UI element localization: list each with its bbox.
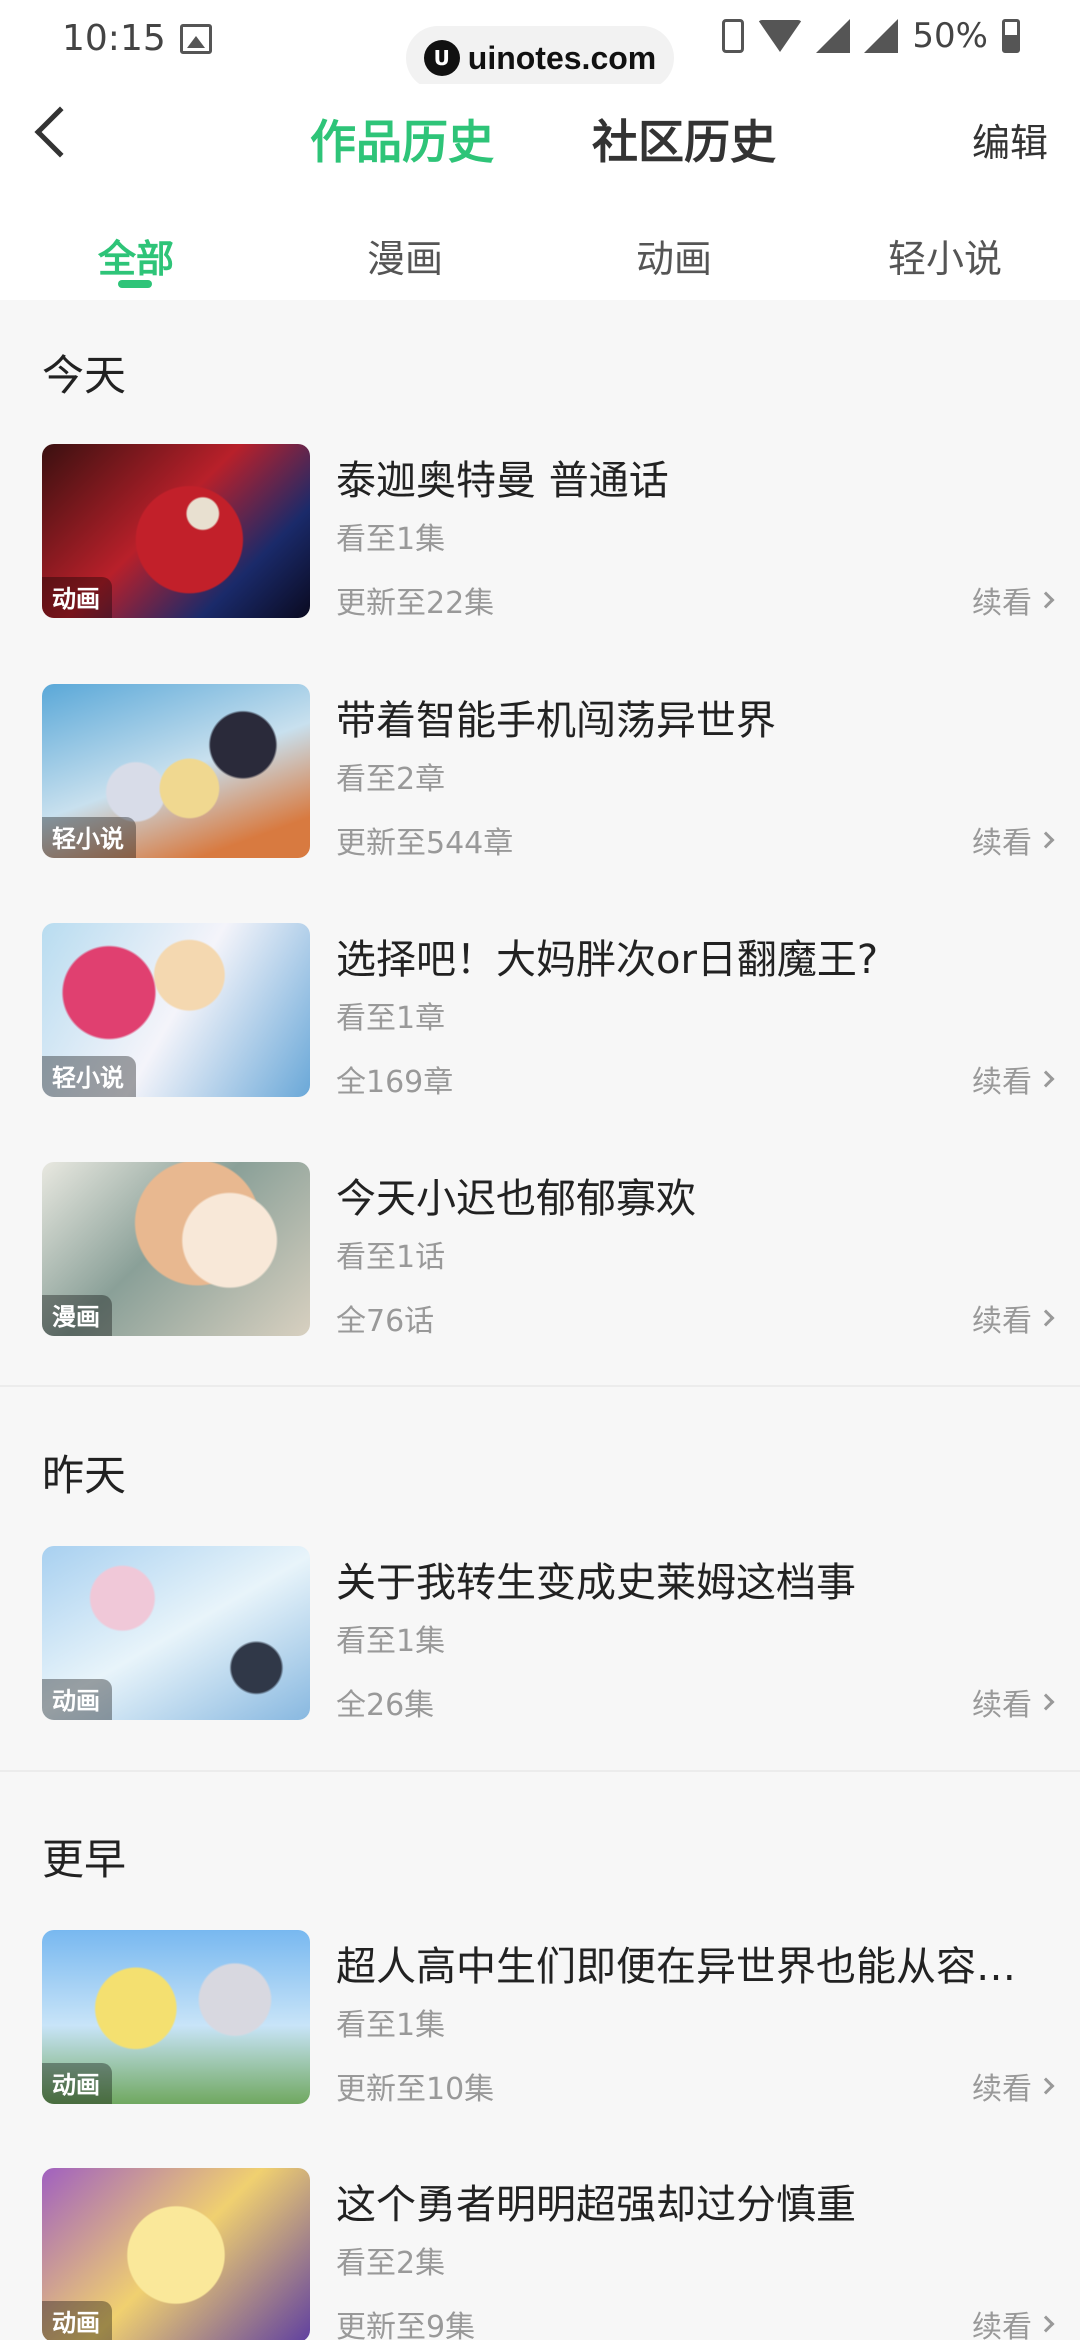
section-title-yesterday: 昨天 — [42, 1451, 127, 1500]
chevron-right-icon — [1037, 591, 1055, 609]
list-item[interactable]: 动画 超人高中生们即便在异世界也能从容… 看至1集 更新至10集 续看 — [42, 1930, 1055, 2107]
item-title: 关于我转生变成史莱姆这档事 — [336, 1560, 856, 1606]
tab-works-history[interactable]: 作品历史 — [310, 106, 494, 172]
chevron-right-icon — [1037, 831, 1055, 849]
cover-image: 动画 — [42, 1546, 310, 1720]
section-divider — [0, 1770, 1080, 1772]
continue-button[interactable]: 续看 — [972, 1057, 1055, 1101]
subtab-anime[interactable]: 动画 — [574, 228, 774, 283]
chevron-right-icon — [1037, 1309, 1055, 1327]
cover-tag: 动画 — [42, 2063, 112, 2104]
vibrate-icon — [722, 19, 745, 53]
status-time: 10:15 — [62, 18, 166, 59]
continue-button[interactable]: 续看 — [972, 818, 1055, 862]
continue-button[interactable]: 续看 — [972, 1296, 1055, 1340]
cover-image: 漫画 — [42, 1162, 310, 1336]
section-title-earlier: 更早 — [42, 1835, 127, 1884]
cover-tag: 轻小说 — [42, 1056, 136, 1097]
item-update: 全26集 — [336, 1688, 435, 1723]
battery-percent: 50% — [912, 16, 988, 56]
watermark: U uinotes.com — [406, 26, 674, 90]
watermark-text: uinotes.com — [467, 39, 657, 76]
item-update: 更新至22集 — [336, 586, 495, 621]
cover-tag: 动画 — [42, 577, 112, 618]
continue-label: 续看 — [972, 2072, 1032, 2107]
back-icon[interactable] — [34, 106, 86, 158]
continue-button[interactable]: 续看 — [972, 578, 1055, 622]
cover-tag: 轻小说 — [42, 817, 136, 858]
continue-button[interactable]: 续看 — [972, 2064, 1055, 2108]
item-progress: 看至1集 — [336, 522, 446, 557]
item-title: 选择吧！大妈胖次or日翻魔王? — [336, 937, 879, 983]
list-item[interactable]: 轻小说 选择吧！大妈胖次or日翻魔王? 看至1章 全169章 续看 — [42, 923, 1055, 1100]
continue-button[interactable]: 续看 — [972, 1680, 1055, 1724]
cover-tag: 漫画 — [42, 1295, 112, 1336]
list-item[interactable]: 动画 泰迦奥特曼 普通话 看至1集 更新至22集 续看 — [42, 444, 1055, 621]
continue-label: 续看 — [972, 2310, 1032, 2340]
item-progress: 看至2集 — [336, 2246, 446, 2281]
item-title: 泰迦奥特曼 普通话 — [336, 458, 669, 504]
wifi-icon — [758, 20, 803, 52]
item-title: 今天小迟也郁郁寡欢 — [336, 1176, 696, 1222]
header: 作品历史 社区历史 编辑 — [0, 84, 1080, 200]
item-title: 带着智能手机闯荡异世界 — [336, 698, 776, 744]
cover-image: 动画 — [42, 2168, 310, 2340]
subtab-indicator — [118, 280, 152, 288]
image-notification-icon — [180, 24, 212, 54]
item-progress: 看至1章 — [336, 1001, 446, 1036]
item-progress: 看至1集 — [336, 1624, 446, 1659]
signal-icon-2 — [864, 19, 899, 53]
cover-image: 轻小说 — [42, 684, 310, 858]
list-item[interactable]: 漫画 今天小迟也郁郁寡欢 看至1话 全76话 续看 — [42, 1162, 1055, 1339]
list-item[interactable]: 动画 这个勇者明明超强却过分慎重 看至2集 更新至9集 续看 — [42, 2168, 1055, 2340]
watermark-logo-icon: U — [423, 40, 460, 76]
subtab-manga[interactable]: 漫画 — [305, 228, 505, 283]
continue-label: 续看 — [972, 826, 1032, 861]
continue-label: 续看 — [972, 1304, 1032, 1339]
cover-image: 动画 — [42, 1930, 310, 2104]
tab-community-history[interactable]: 社区历史 — [592, 106, 776, 172]
chevron-right-icon — [1037, 2077, 1055, 2095]
item-update: 更新至9集 — [336, 2310, 476, 2340]
chevron-right-icon — [1037, 2315, 1055, 2333]
continue-label: 续看 — [972, 1065, 1032, 1100]
subtab-all[interactable]: 全部 — [36, 228, 236, 283]
continue-label: 续看 — [972, 1688, 1032, 1723]
subtab-light-novel[interactable]: 轻小说 — [845, 228, 1045, 283]
cover-image: 动画 — [42, 444, 310, 618]
list-item[interactable]: 轻小说 带着智能手机闯荡异世界 看至2章 更新至544章 续看 — [42, 684, 1055, 861]
category-tabs: 全部 漫画 动画 轻小说 — [0, 200, 1080, 300]
item-progress: 看至1话 — [336, 1240, 446, 1275]
cover-tag: 动画 — [42, 1679, 112, 1720]
cover-image: 轻小说 — [42, 923, 310, 1097]
signal-icon — [816, 19, 851, 53]
edit-button[interactable]: 编辑 — [972, 112, 1048, 167]
continue-button[interactable]: 续看 — [972, 2302, 1055, 2340]
battery-icon — [1002, 19, 1020, 53]
item-title: 这个勇者明明超强却过分慎重 — [336, 2182, 856, 2228]
item-update: 全76话 — [336, 1304, 435, 1339]
item-progress: 看至2章 — [336, 762, 446, 797]
continue-label: 续看 — [972, 586, 1032, 621]
chevron-right-icon — [1037, 1693, 1055, 1711]
item-update: 更新至544章 — [336, 826, 514, 861]
item-progress: 看至1集 — [336, 2008, 446, 2043]
item-title: 超人高中生们即便在异世界也能从容… — [336, 1944, 1016, 1990]
cover-tag: 动画 — [42, 2301, 112, 2340]
item-update: 全169章 — [336, 1065, 454, 1100]
section-title-today: 今天 — [42, 351, 127, 400]
status-icons: 50% — [722, 16, 1020, 56]
item-update: 更新至10集 — [336, 2072, 495, 2107]
section-divider — [0, 1385, 1080, 1387]
chevron-right-icon — [1037, 1070, 1055, 1088]
list-item[interactable]: 动画 关于我转生变成史莱姆这档事 看至1集 全26集 续看 — [42, 1546, 1055, 1723]
